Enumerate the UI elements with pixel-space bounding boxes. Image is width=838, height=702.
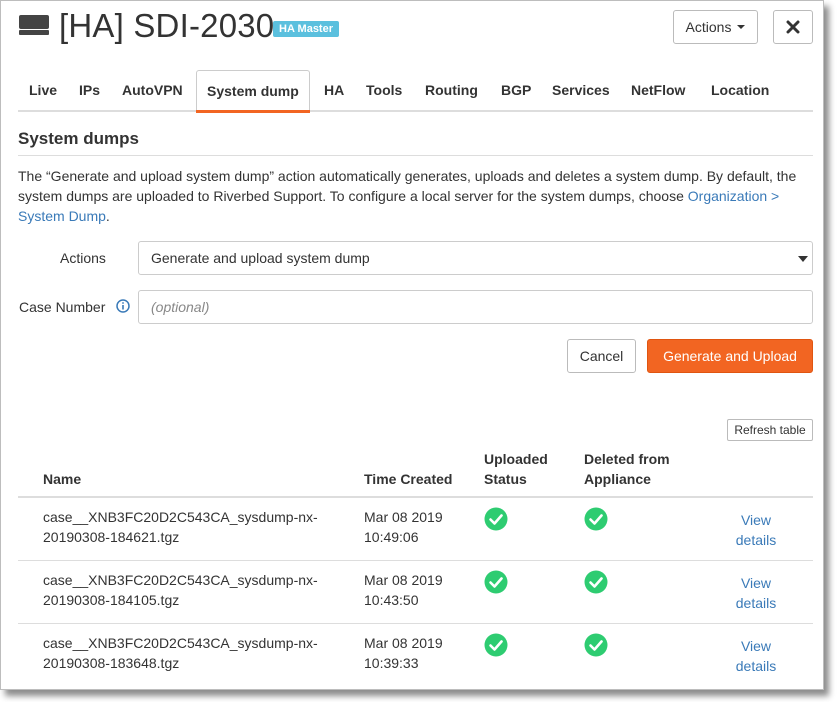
dump-time-created: Mar 08 2019 10:39:33: [364, 633, 474, 673]
tab-tools[interactable]: Tools: [366, 70, 402, 110]
actions-select[interactable]: Generate and upload system dump: [138, 241, 813, 275]
check-circle-icon: [484, 507, 508, 531]
tab-system-dump[interactable]: System dump: [196, 70, 310, 113]
dump-time: 10:39:33: [364, 655, 419, 671]
column-header-name[interactable]: Name: [43, 469, 81, 489]
table-row: case__XNB3FC20D2C543CA_sysdump-nx- 20190…: [18, 498, 813, 561]
tab-routing[interactable]: Routing: [425, 70, 478, 110]
view-details-link[interactable]: View details: [718, 510, 794, 550]
column-header-time-created[interactable]: Time Created: [364, 469, 452, 489]
tab-bar: Live IPs AutoVPN System dump HA Tools Ro…: [18, 70, 813, 113]
modal-window: [HA] SDI-2030 HA Master Actions Live IPs…: [0, 0, 824, 690]
dump-file-name: case__XNB3FC20D2C543CA_sysdump-nx- 20190…: [43, 507, 343, 547]
dump-time: 10:43:50: [364, 592, 419, 608]
column-header-uploaded-status[interactable]: Uploaded Status: [484, 449, 548, 489]
tab-location[interactable]: Location: [711, 70, 769, 110]
column-header-deleted-line2: Appliance: [584, 471, 651, 487]
tab-autovpn[interactable]: AutoVPN: [122, 70, 183, 110]
view-details-link[interactable]: View details: [718, 573, 794, 613]
description-end: .: [105, 208, 110, 224]
close-icon: [786, 20, 800, 34]
dump-date: Mar 08 2019: [364, 572, 443, 588]
refresh-table-button[interactable]: Refresh table: [727, 419, 813, 441]
actions-select-value: Generate and upload system dump: [151, 250, 370, 266]
column-header-deleted[interactable]: Deleted from Appliance: [584, 449, 670, 489]
dump-date: Mar 08 2019: [364, 635, 443, 651]
view-details-line1: View: [740, 512, 772, 528]
view-details-line2: details: [735, 532, 777, 548]
page-title: [HA] SDI-2030: [59, 7, 275, 44]
dump-time-created: Mar 08 2019 10:49:06: [364, 507, 474, 547]
tab-services[interactable]: Services: [552, 70, 610, 110]
check-circle-icon: [584, 570, 608, 594]
dump-file-name: case__XNB3FC20D2C543CA_sysdump-nx- 20190…: [43, 570, 343, 610]
ha-status-badge: HA Master: [273, 21, 339, 37]
check-circle-icon: [584, 633, 608, 657]
section-description: The “Generate and upload system dump” ac…: [18, 166, 818, 226]
column-header-uploaded-line2: Status: [484, 471, 527, 487]
dump-file-name-line1: case__XNB3FC20D2C543CA_sysdump-nx-: [43, 509, 318, 525]
dump-time: 10:49:06: [364, 529, 419, 545]
case-number-input[interactable]: (optional): [138, 290, 813, 324]
actions-button-label: Actions: [685, 19, 732, 35]
cancel-button[interactable]: Cancel: [567, 339, 636, 373]
generate-and-upload-button[interactable]: Generate and Upload: [647, 339, 813, 373]
tab-bgp[interactable]: BGP: [501, 70, 531, 110]
case-number-label: Case Number: [19, 299, 106, 315]
dump-file-name-line2: 20190308-184105.tgz: [43, 592, 180, 608]
description-text: The “Generate and upload system dump” ac…: [18, 168, 797, 204]
view-details-link[interactable]: View details: [718, 636, 794, 676]
dump-time-created: Mar 08 2019 10:43:50: [364, 570, 474, 610]
section-divider: [18, 155, 813, 156]
tab-live[interactable]: Live: [29, 70, 57, 110]
dump-date: Mar 08 2019: [364, 509, 443, 525]
tab-ha[interactable]: HA: [324, 70, 344, 110]
close-button[interactable]: [773, 10, 813, 44]
table-row: case__XNB3FC20D2C543CA_sysdump-nx- 20190…: [18, 624, 813, 687]
tab-ips[interactable]: IPs: [79, 70, 100, 110]
table-row: case__XNB3FC20D2C543CA_sysdump-nx- 20190…: [18, 561, 813, 624]
dump-file-name-line1: case__XNB3FC20D2C543CA_sysdump-nx-: [43, 635, 318, 651]
section-title: System dumps: [18, 129, 139, 148]
dump-file-name-line1: case__XNB3FC20D2C543CA_sysdump-nx-: [43, 572, 318, 588]
check-circle-icon: [484, 570, 508, 594]
caret-down-icon: [798, 256, 808, 262]
check-circle-icon: [484, 633, 508, 657]
appliance-icon: [19, 15, 49, 35]
dump-file-name-line2: 20190308-183648.tgz: [43, 655, 180, 671]
tab-netflow[interactable]: NetFlow: [631, 70, 685, 110]
column-header-uploaded-line1: Uploaded: [484, 451, 548, 467]
view-details-line2: details: [735, 595, 777, 611]
actions-label: Actions: [60, 250, 106, 266]
view-details-line2: details: [735, 658, 777, 674]
view-details-line1: View: [740, 638, 772, 654]
dump-file-name-line2: 20190308-184621.tgz: [43, 529, 180, 545]
actions-dropdown-button[interactable]: Actions: [673, 10, 758, 44]
info-icon[interactable]: [116, 299, 130, 313]
caret-down-icon: [737, 25, 746, 29]
column-header-deleted-line1: Deleted from: [584, 451, 670, 467]
view-details-line1: View: [740, 575, 772, 591]
dump-file-name: case__XNB3FC20D2C543CA_sysdump-nx- 20190…: [43, 633, 343, 673]
check-circle-icon: [584, 507, 608, 531]
